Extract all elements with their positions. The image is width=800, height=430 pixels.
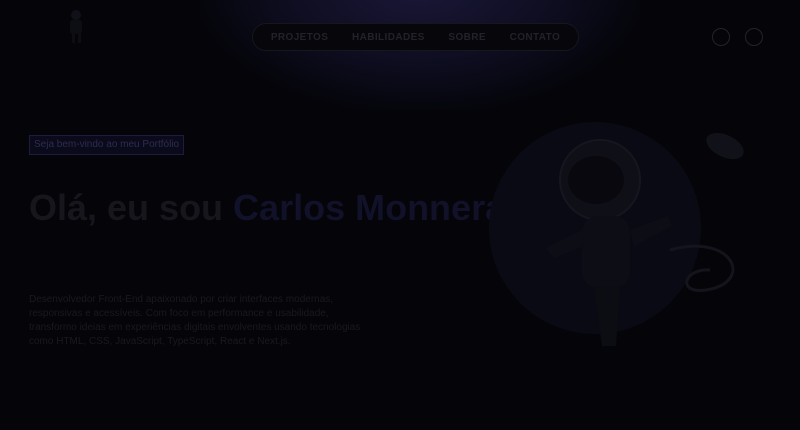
nav-link-about[interactable]: SOBRE [448, 32, 486, 43]
nav-link-contact[interactable]: CONTATO [510, 32, 561, 43]
welcome-badge: Seja bem-vindo ao meu Portfólio [29, 135, 185, 155]
header-glow [200, 0, 640, 110]
linkedin-icon[interactable] [712, 28, 730, 46]
logo-icon[interactable] [58, 6, 92, 46]
astronaut-body [582, 216, 630, 288]
github-icon[interactable] [745, 28, 763, 46]
main-nav: PROJETOS HABILIDADES SOBRE CONTATO [252, 23, 579, 51]
visor-shape [568, 156, 624, 204]
hero-heading: Olá, eu sou Carlos Monnerat [29, 186, 517, 230]
hero-greeting: Olá, eu sou [29, 187, 234, 228]
astronaut-illustration [489, 122, 744, 346]
nav-link-skills[interactable]: HABILIDADES [352, 32, 425, 43]
nav-link-projects[interactable]: PROJETOS [271, 32, 328, 43]
hero-description: Desenvolvedor Front-End apaixonado por c… [29, 294, 361, 347]
satellite-shape [706, 132, 744, 160]
